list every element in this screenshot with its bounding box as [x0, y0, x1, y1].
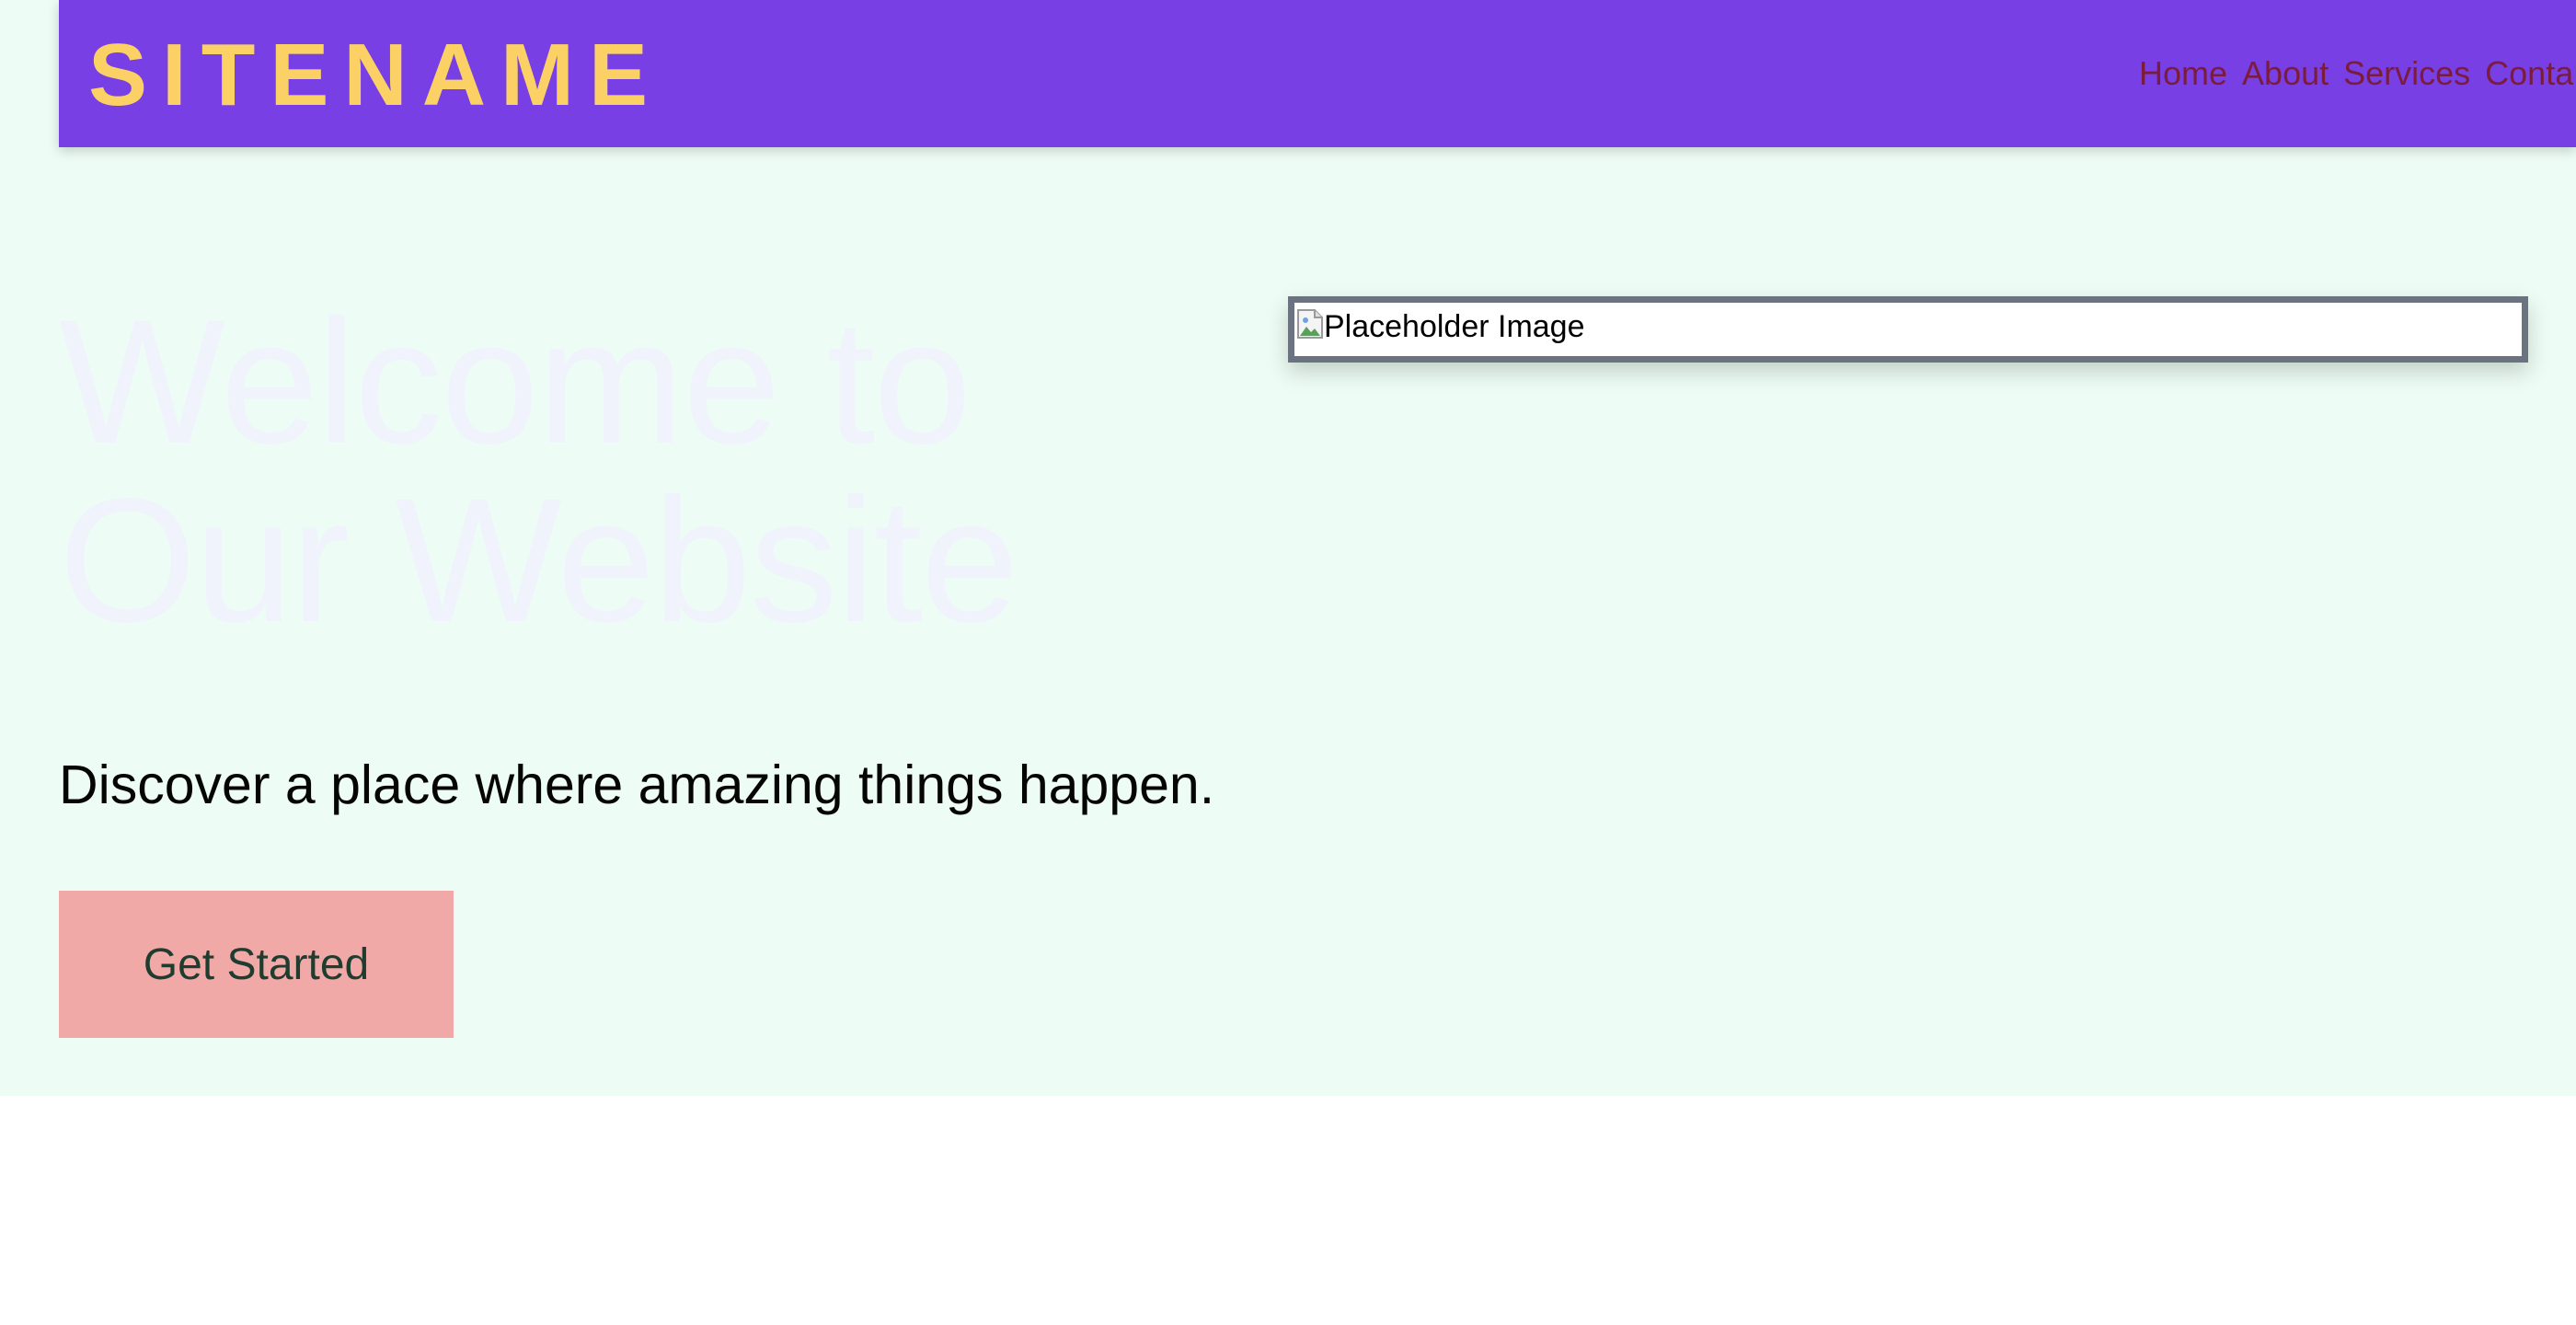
placeholder-image: Placeholder Image: [1288, 296, 2528, 363]
hero-title: Welcome to Our Website: [59, 282, 1019, 659]
site-header: SITENAME Home About Services Conta: [59, 0, 2576, 147]
hero-section: SITENAME Home About Services Conta Welco…: [0, 0, 2576, 1096]
site-logo[interactable]: SITENAME: [88, 20, 662, 131]
nav-link-about[interactable]: About: [2242, 52, 2329, 96]
main-nav: Home About Services Conta: [2139, 52, 2573, 96]
hero-subtitle: Discover a place where amazing things ha…: [59, 755, 1215, 815]
get-started-button[interactable]: Get Started: [59, 891, 454, 1038]
image-alt-text: Placeholder Image: [1324, 309, 1585, 344]
nav-link-home[interactable]: Home: [2139, 52, 2227, 96]
nav-link-contact[interactable]: Conta: [2485, 52, 2573, 96]
broken-image-icon: [1297, 309, 1323, 339]
nav-link-services[interactable]: Services: [2343, 52, 2470, 96]
